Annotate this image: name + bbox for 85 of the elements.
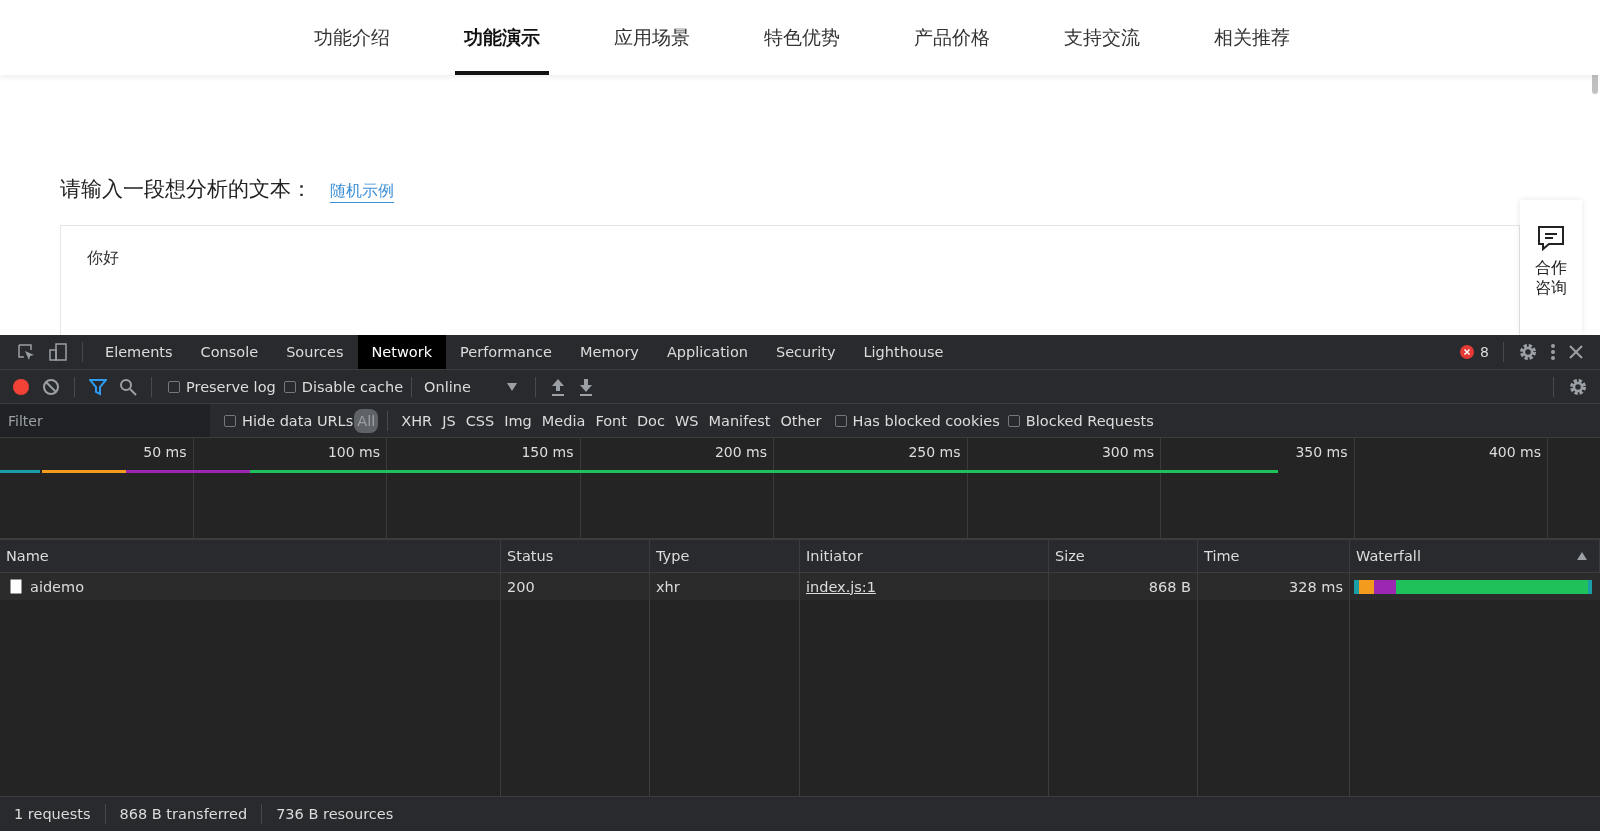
throttling-dropdown[interactable]: Online — [420, 378, 527, 395]
column-header[interactable]: Status — [501, 540, 650, 573]
devtools-tab[interactable]: Application — [652, 335, 762, 369]
nav-tab[interactable]: 应用场景 — [577, 0, 727, 75]
devtools-tab[interactable]: Memory — [565, 335, 653, 369]
search-icon[interactable] — [119, 377, 137, 396]
checkbox[interactable] — [168, 380, 180, 393]
status-text: 736 B resources — [275, 806, 395, 822]
error-icon — [1460, 345, 1475, 359]
table-cell: 328 ms — [1198, 573, 1350, 600]
settings-icon[interactable] — [1518, 342, 1538, 362]
time-tick-label: 50 ms — [143, 444, 187, 460]
nav-tab[interactable]: 支持交流 — [1027, 0, 1177, 75]
consult-button[interactable]: 合作咨询 — [1520, 200, 1582, 335]
dropdown-caret-icon — [506, 382, 517, 391]
record-icon[interactable] — [12, 377, 30, 396]
download-icon[interactable] — [577, 377, 594, 396]
type-filter[interactable]: WS — [670, 410, 703, 431]
table-cell: 200 — [501, 573, 650, 600]
type-filter[interactable]: Manifest — [704, 410, 775, 431]
time-tick-label: 350 ms — [1295, 444, 1348, 460]
time-tick-label: 200 ms — [714, 444, 767, 460]
type-filter[interactable]: CSS — [461, 410, 499, 431]
checkbox[interactable] — [283, 380, 296, 393]
nav-tab[interactable]: 特色优势 — [727, 0, 877, 75]
column-header[interactable]: Waterfall — [1350, 540, 1600, 573]
checkbox-label[interactable]: Preserve log — [186, 378, 276, 395]
column-header[interactable]: Type — [650, 540, 800, 573]
checkbox[interactable] — [1007, 414, 1020, 427]
nav-tab[interactable]: 产品价格 — [877, 0, 1027, 75]
clear-icon[interactable] — [42, 377, 60, 396]
upload-icon[interactable] — [549, 377, 566, 396]
more-options-icon[interactable] — [1550, 342, 1556, 362]
prompt-label: 请输入一段想分析的文本： — [60, 176, 312, 203]
error-count[interactable]: 8 — [1480, 344, 1489, 360]
nav-tab[interactable]: 功能介绍 — [277, 0, 427, 75]
timing-segment — [0, 470, 40, 473]
table-cell[interactable]: aidemo — [0, 573, 501, 600]
close-icon[interactable] — [1568, 344, 1584, 360]
filter-icon[interactable] — [89, 377, 107, 396]
checkbox-label[interactable]: Disable cache — [301, 378, 404, 395]
time-tick-label: 300 ms — [1101, 444, 1154, 460]
time-tick-label: 250 ms — [908, 444, 961, 460]
nav-tab[interactable]: 功能演示 — [455, 0, 549, 75]
column-header[interactable]: Time — [1198, 540, 1350, 573]
time-tick-label: 150 ms — [521, 444, 574, 460]
devtools-tab[interactable]: Lighthouse — [849, 335, 958, 369]
devtools-tab[interactable]: Elements — [91, 335, 187, 369]
checkbox-label[interactable]: Has blocked cookies — [852, 412, 1000, 429]
nav-tab[interactable]: 相关推荐 — [1177, 0, 1327, 75]
devtools-tab[interactable]: Performance — [446, 335, 566, 369]
filter-input[interactable]: Filter — [0, 404, 210, 437]
table-cell: xhr — [650, 573, 800, 600]
checkbox-label[interactable]: Blocked Requests — [1025, 412, 1154, 429]
column-header[interactable]: Initiator — [800, 540, 1049, 573]
type-filter[interactable]: Doc — [632, 410, 669, 431]
devtools-tab[interactable]: Network — [357, 335, 447, 369]
table-cell: 868 B — [1049, 573, 1198, 600]
sort-icon — [1577, 552, 1587, 560]
status-text: 1 requests — [13, 806, 92, 822]
random-example-link[interactable]: 随机示例 — [330, 181, 394, 203]
type-filter[interactable]: Font — [591, 410, 631, 431]
element-picker-icon[interactable] — [16, 342, 36, 362]
checkbox-label[interactable]: Hide data URLs — [242, 412, 354, 429]
column-header[interactable]: Size — [1049, 540, 1198, 573]
time-tick-label: 100 ms — [327, 444, 380, 460]
type-filter[interactable]: XHR — [397, 410, 437, 431]
type-filter[interactable]: JS — [438, 410, 460, 431]
devtools-tab[interactable]: Console — [186, 335, 273, 369]
column-header[interactable]: Name — [0, 540, 501, 573]
device-toolbar-icon[interactable] — [48, 342, 68, 362]
checkbox[interactable] — [834, 414, 847, 427]
time-tick-label: 400 ms — [1488, 444, 1541, 460]
chat-icon — [1536, 224, 1566, 252]
status-text: 868 B transferred — [118, 806, 249, 822]
scrollbar-thumb[interactable] — [1592, 72, 1598, 94]
checkbox[interactable] — [224, 414, 236, 427]
devtools-tab[interactable]: Sources — [272, 335, 358, 369]
type-filter[interactable]: Img — [500, 410, 536, 431]
initiator-link[interactable]: index.js:1 — [806, 578, 876, 595]
type-filter[interactable]: Media — [537, 410, 590, 431]
type-filter[interactable]: Other — [776, 410, 826, 431]
file-icon — [10, 579, 22, 594]
devtools-tab[interactable]: Security — [761, 335, 850, 369]
settings-icon[interactable] — [1568, 376, 1588, 397]
